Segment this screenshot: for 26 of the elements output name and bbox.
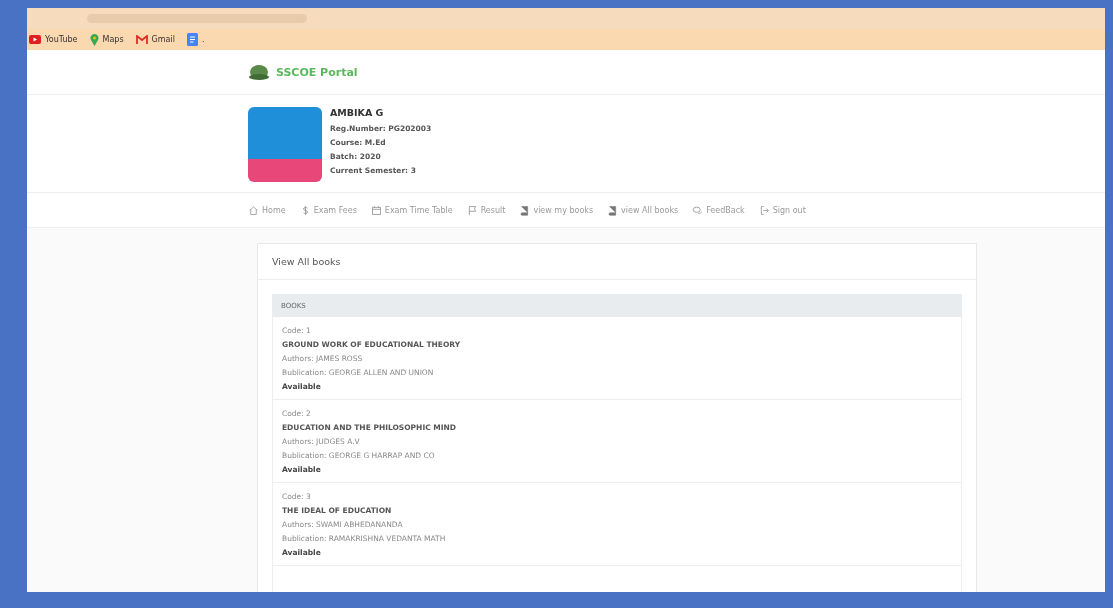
portal-title[interactable]: SSCOE Portal [276, 65, 358, 79]
card-title: View All books [272, 256, 341, 267]
book-icon [607, 204, 619, 216]
map-pin-icon [89, 33, 99, 46]
bookmark[interactable]: YouTube [29, 35, 78, 44]
nav-link[interactable]: view my books [519, 204, 594, 216]
chat-icon [692, 204, 704, 216]
home-icon [248, 204, 259, 216]
play-icon [29, 35, 41, 44]
bookmark[interactable]: . [186, 33, 205, 46]
student-name: AMBIKA G [330, 107, 385, 118]
calendar-icon [370, 204, 382, 216]
nav-link[interactable]: FeedBack [692, 204, 745, 216]
book-icon [519, 204, 531, 216]
mail-icon [135, 35, 148, 44]
nav-link[interactable]: view All books [607, 204, 679, 216]
nav-link[interactable]: Result [466, 204, 506, 216]
document-icon [186, 33, 198, 46]
nav-link[interactable]: Exam Time Table [370, 204, 453, 216]
sign-out-icon [758, 204, 770, 216]
flag-icon [466, 204, 478, 216]
nav-link[interactable]: Sign out [758, 204, 806, 216]
bookmark[interactable]: Maps [89, 33, 124, 46]
bookmark[interactable]: Gmail [135, 35, 175, 44]
nav-link[interactable]: Home [248, 204, 286, 216]
nav-link[interactable]: Exam Fees [299, 204, 357, 216]
